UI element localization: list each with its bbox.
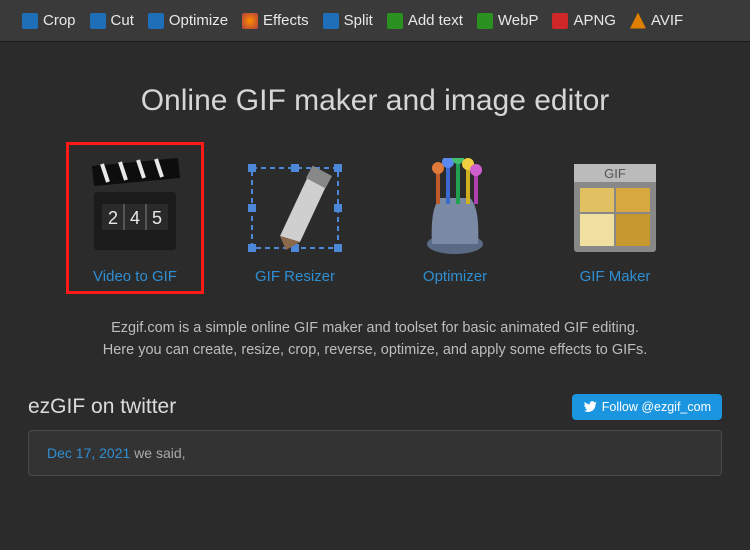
tool-apng[interactable]: APNG (552, 12, 616, 29)
crop-icon (22, 13, 38, 29)
tool-avif[interactable]: AVIF (630, 12, 683, 29)
tile-label: Video to GIF (70, 268, 200, 285)
split-icon (323, 13, 339, 29)
tool-label: Crop (43, 12, 76, 29)
tweet-card[interactable]: Dec 17, 2021 we said, (28, 430, 722, 476)
description-line-1: Ezgif.com is a simple online GIF maker a… (60, 317, 690, 339)
optimize-icon (148, 13, 164, 29)
webp-icon (477, 13, 493, 29)
twitter-section-header: ezGIF on twitter Follow @ezgif_com (0, 362, 750, 430)
tile-gif-resizer[interactable]: GIF Resizer (230, 158, 360, 285)
effects-icon (242, 13, 258, 29)
tool-label: Optimize (169, 12, 228, 29)
tweet-date: Dec 17, 2021 (47, 445, 130, 461)
follow-button[interactable]: Follow @ezgif_com (572, 394, 722, 420)
clapperboard-icon: 2 4 5 (80, 158, 190, 258)
svg-text:GIF: GIF (604, 166, 626, 181)
tile-label: Optimizer (390, 268, 520, 285)
tool-add-text[interactable]: Add text (387, 12, 463, 29)
apng-icon (552, 13, 568, 29)
add-text-icon (387, 13, 403, 29)
tool-optimize[interactable]: Optimize (148, 12, 228, 29)
tool-label: Add text (408, 12, 463, 29)
site-description: Ezgif.com is a simple online GIF maker a… (0, 303, 750, 362)
hero: Online GIF maker and image editor (0, 42, 750, 128)
tool-cut[interactable]: Cut (90, 12, 134, 29)
tile-label: GIF Resizer (230, 268, 360, 285)
toolbar: Crop Cut Optimize Effects Split Add text… (0, 0, 750, 42)
tool-label: WebP (498, 12, 539, 29)
tile-label: GIF Maker (550, 268, 680, 285)
tweet-prefix: we said, (130, 445, 185, 461)
tile-gif-maker[interactable]: GIF GIF Maker (550, 158, 680, 285)
optimizer-icon (400, 158, 510, 258)
tool-label: APNG (573, 12, 616, 29)
tool-crop[interactable]: Crop (22, 12, 76, 29)
twitter-icon (583, 400, 597, 414)
tile-optimizer[interactable]: Optimizer (390, 158, 520, 285)
svg-text:2: 2 (108, 208, 118, 228)
tool-effects[interactable]: Effects (242, 12, 309, 29)
cut-icon (90, 13, 106, 29)
avif-icon (630, 13, 646, 29)
description-line-2: Here you can create, resize, crop, rever… (60, 339, 690, 361)
tool-label: Cut (111, 12, 134, 29)
follow-label: Follow @ezgif_com (602, 400, 711, 414)
tool-split[interactable]: Split (323, 12, 373, 29)
gif-maker-icon: GIF (560, 158, 670, 258)
tool-tiles: 2 4 5 Video to GIF GIF Re (0, 128, 750, 303)
tool-webp[interactable]: WebP (477, 12, 539, 29)
resizer-icon (240, 158, 350, 258)
svg-text:5: 5 (152, 208, 162, 228)
tool-label: Effects (263, 12, 309, 29)
tool-label: Split (344, 12, 373, 29)
page-title: Online GIF maker and image editor (0, 84, 750, 118)
tile-video-to-gif[interactable]: 2 4 5 Video to GIF (70, 158, 200, 285)
twitter-heading: ezGIF on twitter (28, 395, 176, 419)
tool-label: AVIF (651, 12, 683, 29)
svg-text:4: 4 (130, 208, 140, 228)
